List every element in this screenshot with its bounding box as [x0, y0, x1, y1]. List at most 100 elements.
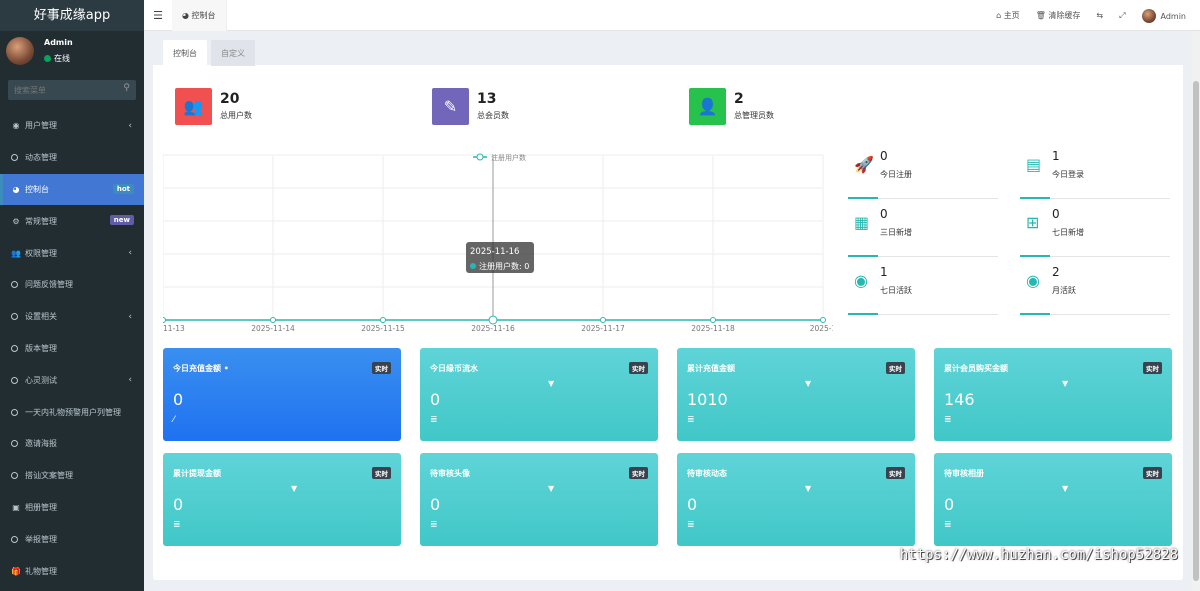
sidebar-item-label: 心灵测试: [25, 375, 57, 385]
card-value: 0: [430, 390, 441, 409]
realtime-badge: 实时: [372, 362, 391, 374]
menu-toggle-icon[interactable]: ☰: [144, 9, 172, 22]
page-scrollbar[interactable]: [1192, 31, 1200, 591]
x-tick-label: 2025-11-18: [691, 324, 735, 333]
mini-label: 七日活跃: [880, 286, 912, 295]
sidebar-item-label: 版本管理: [25, 343, 57, 353]
sidebar-item-14[interactable]: 🎁 礼物管理: [0, 555, 144, 587]
database-icon: ≣: [687, 520, 695, 530]
search-icon[interactable]: ⚲: [123, 83, 130, 93]
search-input[interactable]: [8, 80, 136, 100]
card-value: 0: [687, 495, 698, 514]
language-icon[interactable]: ⇆: [1096, 11, 1103, 20]
sidebar-item-8[interactable]: 心灵测试 ‹: [0, 364, 144, 396]
card-title: 待审核头像: [430, 469, 470, 478]
card-title: 累计充值金额: [687, 364, 735, 373]
summary-card[interactable]: 待审核相册 实时 ▼ 0 ≣: [934, 453, 1172, 546]
user-circle-icon: ◉: [12, 121, 20, 131]
sidebar-item-label: 举报管理: [25, 534, 57, 544]
cogs-icon: ⚙: [12, 216, 20, 226]
clear-cache-label: 清除缓存: [1048, 11, 1081, 20]
sidebar-item-label: 控制台: [25, 184, 49, 194]
x-tick-label: 2025-11-16: [471, 324, 515, 333]
stat-total-users: 👥 20 总用户数: [175, 87, 252, 125]
data-point: [270, 317, 276, 323]
sidebar-item-label: 用户管理: [25, 121, 57, 131]
sidebar-item-label: 一天内礼物预警用户列管理: [25, 407, 121, 417]
mini-value: 0: [880, 149, 888, 163]
sidebar-item-4[interactable]: 👥 权限管理 ‹: [0, 237, 144, 269]
sidebar-item-7[interactable]: 版本管理: [0, 333, 144, 365]
sidebar-item-1[interactable]: 动态管理: [0, 142, 144, 174]
mini-stat-3day-new: ▦ 0 三日新增: [848, 207, 998, 257]
user-menu[interactable]: Admin: [1141, 8, 1186, 23]
sidebar-item-0[interactable]: ◉ 用户管理 ‹: [0, 110, 144, 142]
summary-card[interactable]: 今日充值金额 • 实时 0 ⁄: [163, 348, 401, 441]
database-icon: ≣: [430, 520, 438, 530]
card-title: 待审核相册: [944, 469, 984, 478]
sidebar-item-12[interactable]: ▣ 相册管理: [0, 492, 144, 524]
sidebar-item-13[interactable]: 举报管理: [0, 523, 144, 555]
user-status: 在线: [44, 53, 70, 64]
data-point: [488, 315, 498, 325]
circle-icon: [11, 281, 18, 289]
sidebar-item-11[interactable]: 搭讪文案管理: [0, 460, 144, 492]
mini-stat-today-login: ▤ 1 今日登录: [1020, 149, 1170, 199]
filter-icon: ▼: [1062, 379, 1069, 388]
magic-icon: ⁄: [173, 415, 175, 425]
summary-card[interactable]: 待审核动态 实时 ▼ 0 ≣: [677, 453, 915, 546]
sidebar-item-5[interactable]: 问题反馈管理: [0, 269, 144, 301]
sidebar-item-9[interactable]: 一天内礼物预警用户列管理: [0, 396, 144, 428]
avatar: [6, 37, 34, 65]
sidebar-item-label: 邀请海报: [25, 439, 57, 449]
sidebar-item-2[interactable]: ◕ 控制台 hot: [0, 173, 144, 206]
sidebar-item-10[interactable]: 邀请海报: [0, 428, 144, 460]
tab-console[interactable]: 控制台: [163, 40, 207, 66]
summary-card[interactable]: 今日缘币流水 实时 ▼ 0 ≣: [420, 348, 658, 441]
realtime-badge: 实时: [1143, 362, 1162, 374]
sidebar-item-label: 礼物管理: [25, 566, 57, 576]
mini-value: 0: [1052, 207, 1060, 221]
sidebar-item-3[interactable]: ⚙ 常规管理 new: [0, 205, 144, 237]
mini-stat-today-register: 🚀 0 今日注册: [848, 149, 998, 199]
realtime-badge: 实时: [1143, 467, 1162, 479]
card-value: 0: [173, 495, 184, 514]
scrollbar-thumb[interactable]: [1193, 81, 1199, 581]
tooltip-text: 注册用户数: 0: [479, 261, 529, 271]
stat-total-members: ✎ 13 总会员数: [432, 87, 509, 125]
data-point: [600, 317, 606, 323]
summary-card[interactable]: 累计会员购买金额 实时 ▼ 146 ≣: [934, 348, 1172, 441]
home-link[interactable]: ⌂ 主页: [996, 10, 1020, 21]
user-panel: Admin 在线: [0, 31, 144, 74]
tab-dashboard[interactable]: ◕ 控制台: [172, 0, 227, 31]
watermark: https://www.huzhan.com/ishop52828: [899, 547, 1178, 563]
mini-stat-month-active: ◉ 2 月活跃: [1020, 265, 1170, 315]
circle-icon: [11, 376, 18, 384]
stat-value: 20: [220, 91, 240, 107]
users-icon: 👥: [175, 87, 212, 125]
user-icon: 👤: [689, 87, 726, 125]
tab-dashboard-label: 控制台: [191, 10, 216, 20]
sidebar-item-6[interactable]: 设置相关 ‹: [0, 301, 144, 333]
user-circle-icon: ◉: [854, 271, 868, 290]
circle-icon: [11, 344, 18, 352]
filter-icon: ▼: [548, 484, 555, 493]
legend-marker: [476, 153, 484, 161]
clear-cache-link[interactable]: 🗑 清除缓存: [1036, 10, 1081, 21]
calendar-plus-icon: ⊞: [1026, 213, 1040, 232]
summary-card[interactable]: 累计充值金额 实时 ▼ 1010 ≣: [677, 348, 915, 441]
tab-custom[interactable]: 自定义: [211, 40, 255, 66]
stat-value: 13: [477, 91, 497, 107]
mini-value: 1: [1052, 149, 1060, 163]
app-logo[interactable]: 好事成缘app: [0, 0, 144, 31]
stat-label: 总用户数: [220, 111, 252, 120]
trash-icon: 🗑: [1035, 11, 1049, 20]
mini-value: 0: [880, 207, 888, 221]
circle-icon: [11, 535, 18, 543]
stat-value: 2: [734, 91, 744, 107]
realtime-badge: 实时: [886, 467, 905, 479]
summary-card[interactable]: 累计提现金额 实时 ▼ 0 ≣: [163, 453, 401, 546]
mini-underline: [1020, 255, 1050, 257]
fullscreen-icon[interactable]: ⤢: [1119, 11, 1125, 21]
summary-card[interactable]: 待审核头像 实时 ▼ 0 ≣: [420, 453, 658, 546]
